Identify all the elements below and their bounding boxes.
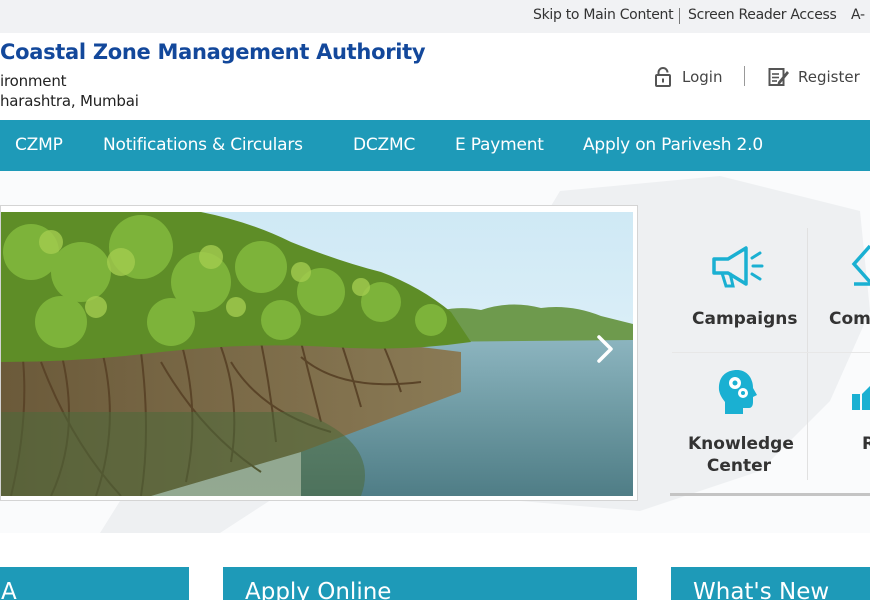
tile-r-label[interactable]: R: [862, 433, 870, 455]
lock-icon: [654, 67, 672, 87]
whats-new-header: What's New: [671, 567, 870, 600]
quick-links-bottom-border: [670, 493, 870, 496]
register-link[interactable]: Register: [768, 64, 860, 90]
tile-comp-label[interactable]: Comp: [829, 308, 870, 330]
apply-online-header: Apply Online: [223, 567, 637, 600]
site-subtitle-line-2: harashtra, Mumbai: [0, 92, 139, 110]
font-decrease-button[interactable]: A-: [851, 7, 865, 23]
site-title[interactable]: Coastal Zone Management Authority: [0, 40, 426, 64]
nav-item-e-payment[interactable]: E Payment: [455, 135, 544, 155]
mangrove-photo: [1, 212, 633, 496]
skip-to-main-content-link[interactable]: Skip to Main Content: [533, 7, 674, 23]
tile-divider-vertical: [807, 228, 808, 480]
login-label: Login: [682, 68, 723, 86]
tile-campaigns-label[interactable]: Campaigns: [692, 308, 798, 330]
nav-item-czmp[interactable]: CZMP: [15, 135, 63, 155]
register-label: Register: [798, 68, 860, 86]
section-left-header: A: [0, 567, 189, 600]
megaphone-icon[interactable]: [708, 242, 768, 290]
utility-bar: Skip to Main Content Screen Reader Acces…: [0, 0, 870, 33]
utility-divider: [679, 8, 680, 24]
nav-item-notifications-circulars[interactable]: Notifications & Circulars: [103, 135, 303, 155]
head-gears-icon[interactable]: [715, 368, 759, 416]
site-subtitle-line-1: ironment: [0, 72, 67, 90]
whats-new-title: What's New: [693, 579, 830, 600]
page: Skip to Main Content Screen Reader Acces…: [0, 0, 870, 600]
register-note-icon: [768, 67, 790, 87]
section-left-title: A: [1, 579, 17, 600]
apply-online-title: Apply Online: [245, 579, 392, 600]
tile-knowledge-label-line-1: Knowledge: [688, 434, 794, 454]
main-nav: CZMP Notifications & Circulars DCZMC E P…: [0, 120, 870, 171]
image-slider[interactable]: [0, 205, 638, 501]
slider-next-button[interactable]: [592, 331, 618, 367]
tile-knowledge-center-label[interactable]: Knowledge Center: [688, 433, 794, 477]
tile-divider-horizontal: [672, 352, 870, 353]
screen-reader-access-link[interactable]: Screen Reader Access: [688, 7, 837, 23]
login-link[interactable]: Login: [654, 64, 722, 90]
nav-item-dczmc[interactable]: DCZMC: [353, 135, 415, 155]
nav-item-apply-parivesh[interactable]: Apply on Parivesh 2.0: [583, 135, 763, 155]
auth-divider: [744, 66, 745, 86]
chevron-right-icon: [597, 335, 613, 363]
tile-knowledge-label-line-2: Center: [706, 456, 772, 476]
hand-icon[interactable]: [850, 376, 870, 416]
compliance-icon[interactable]: [848, 240, 870, 288]
